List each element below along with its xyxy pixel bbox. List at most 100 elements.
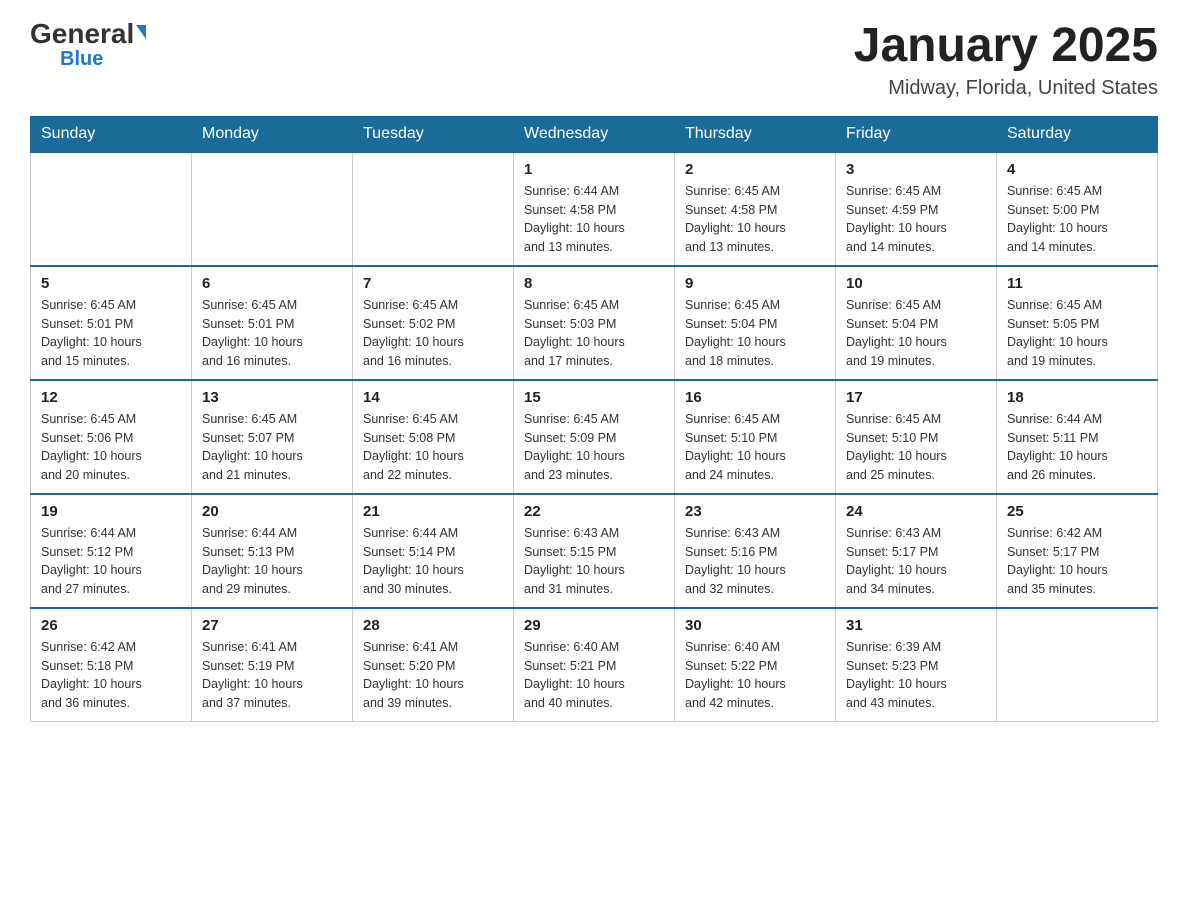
day-info: Sunrise: 6:45 AMSunset: 5:00 PMDaylight:… bbox=[1007, 182, 1147, 257]
day-number: 19 bbox=[41, 503, 181, 520]
calendar-cell: 23Sunrise: 6:43 AMSunset: 5:16 PMDayligh… bbox=[675, 494, 836, 608]
col-header-wednesday: Wednesday bbox=[514, 116, 675, 152]
calendar-cell: 7 Sunrise: 6:45 AMSunset: 5:02 PMDaylight… bbox=[353, 266, 514, 380]
day-number: 23 bbox=[685, 503, 825, 520]
calendar-cell: 12 Sunrise: 6:45 AMSunset: 5:06 PMDayligh… bbox=[31, 380, 192, 494]
day-info: Sunrise: 6:45 AMSunset: 5:01 PMDaylight:… bbox=[202, 296, 342, 371]
day-info: Sunrise: 6:45 AMSunset: 4:59 PMDaylight:… bbox=[846, 182, 986, 257]
week-row-1: 1 Sunrise: 6:44 AMSunset: 4:58 PMDaylight… bbox=[31, 152, 1158, 266]
calendar-header-row: SundayMondayTuesdayWednesdayThursdayFrid… bbox=[31, 116, 1158, 152]
day-info: Sunrise: 6:43 AMSunset: 5:15 PMDaylight:… bbox=[524, 524, 664, 599]
calendar-cell: 21 Sunrise: 6:44 AMSunset: 5:14 PMDayligh… bbox=[353, 494, 514, 608]
calendar-cell bbox=[353, 152, 514, 266]
calendar-cell: 27 Sunrise: 6:41 AMSunset: 5:19 PMDayligh… bbox=[192, 608, 353, 722]
calendar-cell: 10Sunrise: 6:45 AMSunset: 5:04 PMDayligh… bbox=[836, 266, 997, 380]
day-number: 9 bbox=[685, 275, 825, 292]
day-number: 17 bbox=[846, 389, 986, 406]
day-info: Sunrise: 6:45 AMSunset: 5:01 PMDaylight:… bbox=[41, 296, 181, 371]
calendar-cell: 31Sunrise: 6:39 AMSunset: 5:23 PMDayligh… bbox=[836, 608, 997, 722]
day-number: 20 bbox=[202, 503, 342, 520]
day-number: 18 bbox=[1007, 389, 1147, 406]
day-info: Sunrise: 6:44 AMSunset: 5:13 PMDaylight:… bbox=[202, 524, 342, 599]
day-number: 28 bbox=[363, 617, 503, 634]
day-info: Sunrise: 6:40 AMSunset: 5:22 PMDaylight:… bbox=[685, 638, 825, 713]
col-header-saturday: Saturday bbox=[997, 116, 1158, 152]
day-info: Sunrise: 6:43 AMSunset: 5:17 PMDaylight:… bbox=[846, 524, 986, 599]
day-number: 29 bbox=[524, 617, 664, 634]
day-number: 25 bbox=[1007, 503, 1147, 520]
calendar-cell: 29 Sunrise: 6:40 AMSunset: 5:21 PMDayligh… bbox=[514, 608, 675, 722]
day-info: Sunrise: 6:44 AMSunset: 5:12 PMDaylight:… bbox=[41, 524, 181, 599]
day-number: 15 bbox=[524, 389, 664, 406]
col-header-thursday: Thursday bbox=[675, 116, 836, 152]
day-info: Sunrise: 6:45 AMSunset: 5:10 PMDaylight:… bbox=[685, 410, 825, 485]
logo-general-text: General bbox=[30, 20, 134, 48]
day-info: Sunrise: 6:41 AMSunset: 5:19 PMDaylight:… bbox=[202, 638, 342, 713]
day-number: 4 bbox=[1007, 161, 1147, 178]
calendar-cell: 4 Sunrise: 6:45 AMSunset: 5:00 PMDaylight… bbox=[997, 152, 1158, 266]
calendar-table: SundayMondayTuesdayWednesdayThursdayFrid… bbox=[30, 116, 1158, 722]
calendar-cell: 6 Sunrise: 6:45 AMSunset: 5:01 PMDaylight… bbox=[192, 266, 353, 380]
day-number: 31 bbox=[846, 617, 986, 634]
logo: General Blue bbox=[30, 20, 146, 71]
day-number: 3 bbox=[846, 161, 986, 178]
calendar-cell: 2Sunrise: 6:45 AMSunset: 4:58 PMDaylight… bbox=[675, 152, 836, 266]
day-number: 14 bbox=[363, 389, 503, 406]
calendar-cell: 18Sunrise: 6:44 AMSunset: 5:11 PMDayligh… bbox=[997, 380, 1158, 494]
calendar-cell: 13Sunrise: 6:45 AMSunset: 5:07 PMDayligh… bbox=[192, 380, 353, 494]
day-number: 22 bbox=[524, 503, 664, 520]
day-info: Sunrise: 6:42 AMSunset: 5:18 PMDaylight:… bbox=[41, 638, 181, 713]
day-info: Sunrise: 6:45 AMSunset: 5:03 PMDaylight:… bbox=[524, 296, 664, 371]
day-info: Sunrise: 6:45 AMSunset: 5:04 PMDaylight:… bbox=[846, 296, 986, 371]
day-number: 26 bbox=[41, 617, 181, 634]
day-number: 11 bbox=[1007, 275, 1147, 292]
calendar-cell: 25 Sunrise: 6:42 AMSunset: 5:17 PMDayligh… bbox=[997, 494, 1158, 608]
calendar-cell: 1 Sunrise: 6:44 AMSunset: 4:58 PMDaylight… bbox=[514, 152, 675, 266]
calendar-cell: 11 Sunrise: 6:45 AMSunset: 5:05 PMDayligh… bbox=[997, 266, 1158, 380]
calendar-cell: 8 Sunrise: 6:45 AMSunset: 5:03 PMDaylight… bbox=[514, 266, 675, 380]
calendar-cell: 19 Sunrise: 6:44 AMSunset: 5:12 PMDayligh… bbox=[31, 494, 192, 608]
day-info: Sunrise: 6:45 AMSunset: 5:06 PMDaylight:… bbox=[41, 410, 181, 485]
day-info: Sunrise: 6:40 AMSunset: 5:21 PMDaylight:… bbox=[524, 638, 664, 713]
day-number: 7 bbox=[363, 275, 503, 292]
col-header-monday: Monday bbox=[192, 116, 353, 152]
day-info: Sunrise: 6:45 AMSunset: 5:05 PMDaylight:… bbox=[1007, 296, 1147, 371]
day-info: Sunrise: 6:41 AMSunset: 5:20 PMDaylight:… bbox=[363, 638, 503, 713]
calendar-cell: 16 Sunrise: 6:45 AMSunset: 5:10 PMDayligh… bbox=[675, 380, 836, 494]
calendar-cell: 30 Sunrise: 6:40 AMSunset: 5:22 PMDayligh… bbox=[675, 608, 836, 722]
day-number: 12 bbox=[41, 389, 181, 406]
day-info: Sunrise: 6:44 AMSunset: 4:58 PMDaylight:… bbox=[524, 182, 664, 257]
week-row-5: 26 Sunrise: 6:42 AMSunset: 5:18 PMDayligh… bbox=[31, 608, 1158, 722]
day-info: Sunrise: 6:42 AMSunset: 5:17 PMDaylight:… bbox=[1007, 524, 1147, 599]
day-info: Sunrise: 6:45 AMSunset: 5:07 PMDaylight:… bbox=[202, 410, 342, 485]
day-number: 6 bbox=[202, 275, 342, 292]
logo-blue-text: Blue bbox=[60, 48, 103, 71]
col-header-sunday: Sunday bbox=[31, 116, 192, 152]
calendar-cell: 17Sunrise: 6:45 AMSunset: 5:10 PMDayligh… bbox=[836, 380, 997, 494]
calendar-cell bbox=[31, 152, 192, 266]
day-number: 27 bbox=[202, 617, 342, 634]
month-title: January 2025 bbox=[854, 20, 1158, 73]
day-info: Sunrise: 6:44 AMSunset: 5:14 PMDaylight:… bbox=[363, 524, 503, 599]
day-number: 16 bbox=[685, 389, 825, 406]
day-info: Sunrise: 6:45 AMSunset: 5:09 PMDaylight:… bbox=[524, 410, 664, 485]
day-info: Sunrise: 6:45 AMSunset: 5:02 PMDaylight:… bbox=[363, 296, 503, 371]
calendar-cell bbox=[997, 608, 1158, 722]
day-number: 30 bbox=[685, 617, 825, 634]
day-number: 1 bbox=[524, 161, 664, 178]
day-number: 24 bbox=[846, 503, 986, 520]
calendar-cell: 15 Sunrise: 6:45 AMSunset: 5:09 PMDayligh… bbox=[514, 380, 675, 494]
calendar-cell: 22 Sunrise: 6:43 AMSunset: 5:15 PMDayligh… bbox=[514, 494, 675, 608]
day-info: Sunrise: 6:45 AMSunset: 4:58 PMDaylight:… bbox=[685, 182, 825, 257]
day-number: 8 bbox=[524, 275, 664, 292]
location-text: Midway, Florida, United States bbox=[854, 77, 1158, 100]
week-row-3: 12 Sunrise: 6:45 AMSunset: 5:06 PMDayligh… bbox=[31, 380, 1158, 494]
col-header-tuesday: Tuesday bbox=[353, 116, 514, 152]
calendar-cell: 20 Sunrise: 6:44 AMSunset: 5:13 PMDayligh… bbox=[192, 494, 353, 608]
calendar-cell: 26 Sunrise: 6:42 AMSunset: 5:18 PMDayligh… bbox=[31, 608, 192, 722]
day-info: Sunrise: 6:45 AMSunset: 5:08 PMDaylight:… bbox=[363, 410, 503, 485]
logo-triangle-icon bbox=[136, 25, 146, 39]
week-row-4: 19 Sunrise: 6:44 AMSunset: 5:12 PMDayligh… bbox=[31, 494, 1158, 608]
day-number: 5 bbox=[41, 275, 181, 292]
day-number: 21 bbox=[363, 503, 503, 520]
